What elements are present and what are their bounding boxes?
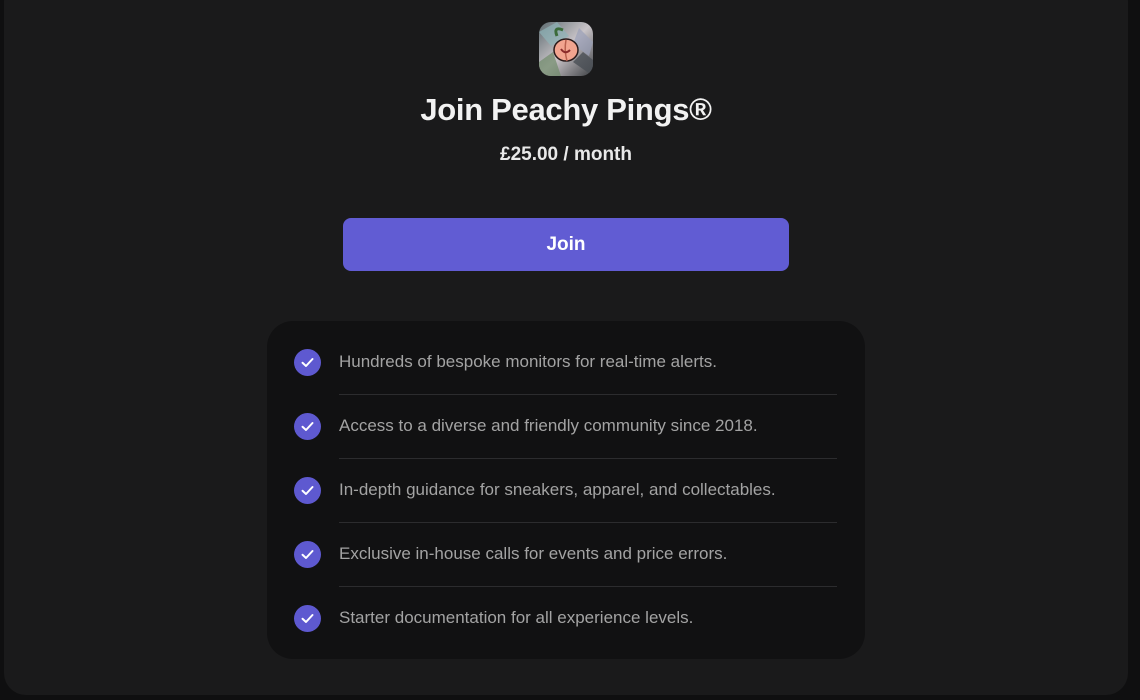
feature-item: Hundreds of bespoke monitors for real-ti…	[267, 321, 865, 385]
features-card: Hundreds of bespoke monitors for real-ti…	[267, 321, 865, 659]
feature-item: Starter documentation for all experience…	[267, 577, 865, 641]
page-title: Join Peachy Pings®	[420, 92, 712, 127]
join-button[interactable]: Join	[343, 218, 789, 271]
price-label: £25.00 / month	[500, 144, 632, 165]
check-icon	[294, 605, 321, 632]
feature-text: Exclusive in-house calls for events and …	[339, 544, 728, 563]
feature-item: Access to a diverse and friendly communi…	[267, 385, 865, 449]
feature-item: In-depth guidance for sneakers, apparel,…	[267, 449, 865, 513]
check-icon	[294, 349, 321, 376]
check-icon	[294, 413, 321, 440]
feature-item: Exclusive in-house calls for events and …	[267, 513, 865, 577]
check-icon	[294, 477, 321, 504]
peach-logo-icon	[539, 22, 593, 76]
check-icon	[294, 541, 321, 568]
feature-text: Access to a diverse and friendly communi…	[339, 416, 758, 435]
feature-text: Starter documentation for all experience…	[339, 608, 694, 627]
feature-text: In-depth guidance for sneakers, apparel,…	[339, 480, 776, 499]
feature-text: Hundreds of bespoke monitors for real-ti…	[339, 352, 717, 371]
